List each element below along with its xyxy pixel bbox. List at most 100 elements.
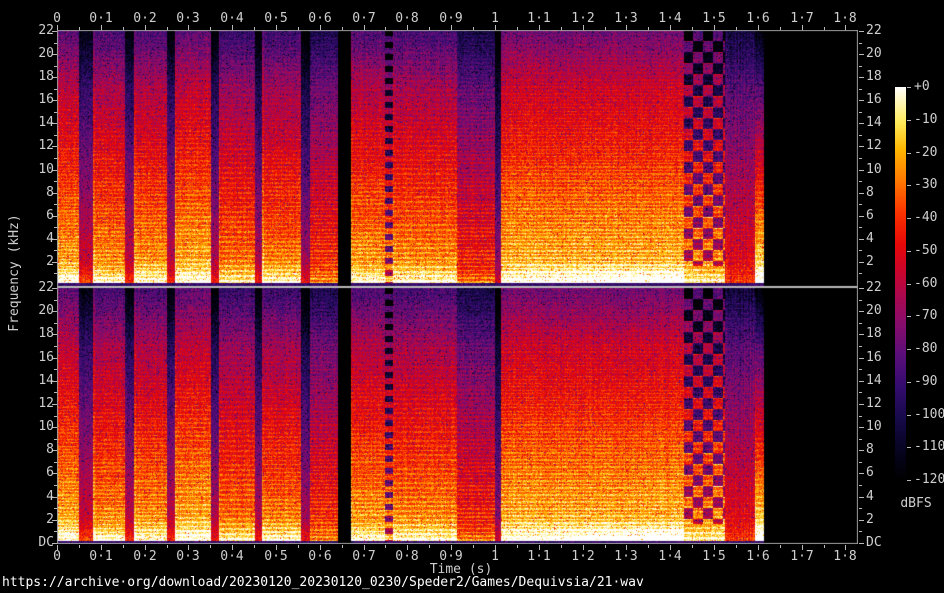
x-tick-label: 0·1 [80, 550, 122, 564]
y-minor-tick [859, 346, 862, 347]
x-minor-tick [648, 27, 649, 30]
y-tick [859, 473, 864, 474]
y-minor-tick [54, 416, 57, 417]
x-tick-label: 1·6 [737, 12, 779, 26]
y-tick-label: 20 [866, 47, 894, 61]
colorbar-tick-label: -70 [914, 309, 944, 323]
y-tick-label: 16 [866, 93, 894, 107]
x-tick-label: 0·5 [255, 12, 297, 26]
x-minor-tick [561, 27, 562, 30]
x-tick-label: 1·1 [518, 550, 560, 564]
colorbar-tick [907, 218, 911, 219]
x-minor-tick [736, 545, 737, 548]
y-tick-label: 18 [866, 70, 894, 84]
y-tick [859, 239, 864, 240]
y-tick [859, 100, 864, 101]
x-minor-tick [210, 545, 211, 548]
colorbar-tick-label: -40 [914, 211, 944, 225]
colorbar-tick-label: -60 [914, 277, 944, 291]
y-tick-label: 18 [26, 327, 54, 341]
y-tick [859, 77, 864, 78]
y-tick-label: 6 [26, 466, 54, 480]
y-minor-tick [54, 439, 57, 440]
x-minor-tick [429, 27, 430, 30]
y-minor-tick [859, 439, 862, 440]
colorbar-tick [907, 120, 911, 121]
y-tick-label: 20 [866, 304, 894, 318]
x-minor-tick [298, 27, 299, 30]
y-minor-tick [54, 346, 57, 347]
y-tick [859, 193, 864, 194]
x-minor-tick [429, 545, 430, 548]
y-tick-label: 4 [26, 490, 54, 504]
colorbar-tick [907, 251, 911, 252]
y-tick-label: 16 [866, 351, 894, 365]
colorbar-tick [907, 284, 911, 285]
x-minor-tick [780, 27, 781, 30]
y-tick-label: 10 [866, 420, 894, 434]
x-tick-label: 0·3 [167, 550, 209, 564]
x-tick-label: 1·5 [693, 550, 735, 564]
y-tick-label: 22 [866, 24, 894, 38]
y-tick-label: 12 [26, 139, 54, 153]
x-minor-tick [780, 545, 781, 548]
y-tick [859, 497, 864, 498]
spectrogram-window: Frequency (kHz) 000·10·10·20·20·30·30·40… [0, 0, 944, 593]
y-minor-tick [859, 43, 862, 44]
y-tick [859, 450, 864, 451]
y-minor-tick [54, 181, 57, 182]
x-tick-label: 1·8 [824, 550, 866, 564]
x-minor-tick [692, 545, 693, 548]
y-tick [859, 262, 864, 263]
colorbar-tick-label: +0 [914, 80, 944, 94]
x-minor-tick [824, 545, 825, 548]
y-minor-tick [54, 300, 57, 301]
x-tick-label: 0·7 [343, 550, 385, 564]
y-tick-label: 2 [866, 255, 894, 269]
x-minor-tick [517, 545, 518, 548]
x-tick-label: 0·2 [124, 12, 166, 26]
y-tick-label: 6 [866, 466, 894, 480]
y-minor-tick [859, 66, 862, 67]
y-minor-tick [54, 66, 57, 67]
colorbar-tick [907, 480, 911, 481]
x-tick-label: 1·8 [824, 12, 866, 26]
y-minor-tick [54, 250, 57, 251]
y-minor-tick [859, 485, 862, 486]
x-tick-label: 1 [474, 12, 516, 26]
y-tick-label: 12 [866, 139, 894, 153]
y-minor-tick [54, 273, 57, 274]
y-minor-tick [54, 508, 57, 509]
colorbar-tick [907, 316, 911, 317]
y-minor-tick [859, 508, 862, 509]
y-tick-label: 10 [26, 420, 54, 434]
x-minor-tick [123, 27, 124, 30]
x-minor-tick [605, 545, 606, 548]
y-minor-tick [54, 531, 57, 532]
x-minor-tick [692, 27, 693, 30]
y-minor-tick [859, 227, 862, 228]
y-tick-label: 6 [866, 209, 894, 223]
x-tick-label: 1·2 [562, 12, 604, 26]
y-tick-label: 22 [26, 281, 54, 295]
x-tick-label: 0·1 [80, 12, 122, 26]
y-tick [859, 543, 864, 544]
colorbar-tick [907, 447, 911, 448]
x-tick-label: 1·7 [781, 12, 823, 26]
x-tick-label: 0·4 [211, 12, 253, 26]
y-minor-tick [54, 43, 57, 44]
y-minor-tick [859, 416, 862, 417]
x-tick-label: 0·6 [299, 12, 341, 26]
y-tick-label: 20 [26, 304, 54, 318]
y-minor-tick [859, 250, 862, 251]
x-tick-label: 0·8 [386, 550, 428, 564]
y-tick-label: 8 [866, 443, 894, 457]
x-tick-label: 0·7 [343, 12, 385, 26]
y-tick [859, 358, 864, 359]
colorbar-tick-label: -100 [914, 408, 944, 422]
y-minor-tick [859, 300, 862, 301]
y-axis-title: Frequency (kHz) [8, 208, 24, 338]
x-tick-label: 1·2 [562, 550, 604, 564]
y-tick-label: 18 [866, 327, 894, 341]
y-minor-tick [859, 392, 862, 393]
